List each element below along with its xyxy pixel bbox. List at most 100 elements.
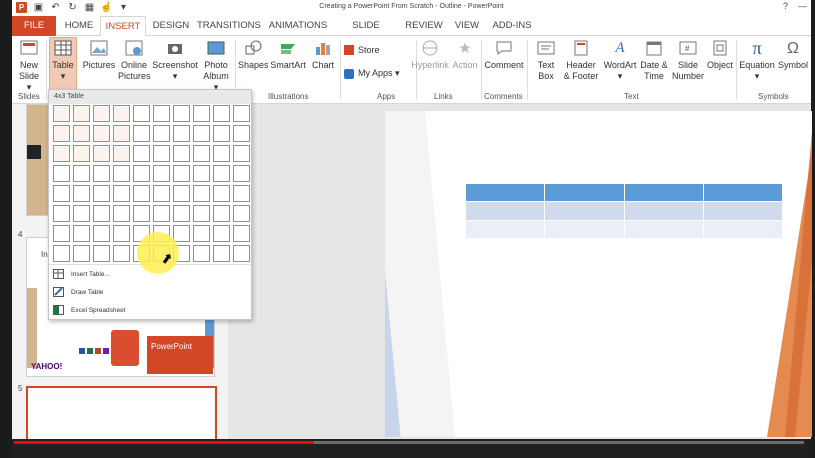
table-grid-cell[interactable] (53, 105, 70, 122)
table-grid-cell[interactable] (213, 145, 230, 162)
screenshot-button[interactable]: Screenshot ▾ (152, 38, 198, 82)
table-grid-cell[interactable] (233, 225, 250, 242)
inserted-table-preview[interactable] (464, 182, 784, 240)
table-grid-cell[interactable] (53, 245, 70, 262)
text-box-button[interactable]: Text Box (532, 38, 560, 82)
table-grid-cell[interactable] (193, 165, 210, 182)
table-grid-cell[interactable] (193, 105, 210, 122)
online-pictures-button[interactable]: Online Pictures (118, 38, 151, 82)
table-grid-cell[interactable] (153, 125, 170, 142)
table-grid-cell[interactable] (213, 205, 230, 222)
table-grid-cell[interactable] (73, 125, 90, 142)
table-grid-cell[interactable] (53, 125, 70, 142)
table-grid-cell[interactable] (213, 125, 230, 142)
table-grid-cell[interactable] (73, 205, 90, 222)
table-grid-cell[interactable] (93, 165, 110, 182)
table-grid-cell[interactable] (153, 185, 170, 202)
table-grid-cell[interactable] (53, 165, 70, 182)
tab-view[interactable]: VIEW (452, 16, 482, 36)
table-grid-cell[interactable] (93, 205, 110, 222)
table-grid-cell[interactable] (73, 145, 90, 162)
table-grid-cell[interactable] (133, 105, 150, 122)
table-grid-cell[interactable] (173, 165, 190, 182)
table-grid-cell[interactable] (193, 145, 210, 162)
table-grid-cell[interactable] (213, 105, 230, 122)
current-slide[interactable] (385, 111, 812, 437)
table-grid-cell[interactable] (113, 205, 130, 222)
table-grid-cell[interactable] (173, 125, 190, 142)
table-grid-cell[interactable] (53, 225, 70, 242)
table-grid-cell[interactable] (93, 105, 110, 122)
table-grid-cell[interactable] (93, 145, 110, 162)
table-grid-cell[interactable] (233, 245, 250, 262)
equation-button[interactable]: π Equation ▾ (737, 38, 777, 82)
object-button[interactable]: Object (706, 38, 734, 71)
tab-slide-show[interactable]: SLIDE SHOW (338, 16, 394, 51)
table-grid-cell[interactable] (153, 165, 170, 182)
table-grid-cell[interactable] (133, 125, 150, 142)
table-grid-cell[interactable] (173, 205, 190, 222)
table-grid-cell[interactable] (153, 105, 170, 122)
table-grid-cell[interactable] (233, 125, 250, 142)
table-grid-cell[interactable] (173, 185, 190, 202)
help-icon[interactable]: ? (783, 1, 788, 11)
table-grid-cell[interactable] (133, 205, 150, 222)
slide-number-button[interactable]: # Slide Number (672, 38, 704, 82)
table-grid-cell[interactable] (93, 225, 110, 242)
table-grid-cell[interactable] (193, 205, 210, 222)
table-grid-cell[interactable] (113, 145, 130, 162)
table-grid-cell[interactable] (213, 185, 230, 202)
table-grid-cell[interactable] (93, 245, 110, 262)
table-grid-cell[interactable] (113, 105, 130, 122)
video-progress-bar[interactable] (14, 441, 804, 444)
table-grid-cell[interactable] (113, 185, 130, 202)
table-grid-cell[interactable] (113, 225, 130, 242)
table-grid-cell[interactable] (93, 125, 110, 142)
tab-insert[interactable]: INSERT (100, 16, 146, 37)
insert-table-menu-item[interactable]: Insert Table... (53, 267, 110, 281)
table-grid-cell[interactable] (193, 185, 210, 202)
photo-album-button[interactable]: Photo Album ▾ (200, 38, 232, 93)
shapes-button[interactable]: Shapes (238, 38, 269, 71)
header-footer-button[interactable]: Header & Footer (562, 38, 600, 82)
comment-button[interactable]: Comment (484, 38, 524, 71)
table-grid-cell[interactable] (193, 225, 210, 242)
table-grid-cell[interactable] (173, 225, 190, 242)
draw-table-menu-item[interactable]: Draw Table (53, 285, 103, 299)
table-grid-cell[interactable] (113, 165, 130, 182)
table-grid-cell[interactable] (113, 125, 130, 142)
table-grid-cell[interactable] (73, 165, 90, 182)
table-grid-cell[interactable] (193, 245, 210, 262)
wordart-button[interactable]: A WordArt ▾ (602, 38, 638, 82)
table-grid-cell[interactable] (133, 145, 150, 162)
table-grid-cell[interactable] (53, 145, 70, 162)
tab-design[interactable]: DESIGN (148, 16, 194, 36)
table-grid-cell[interactable] (113, 245, 130, 262)
store-button[interactable]: Store (344, 45, 380, 55)
table-grid-cell[interactable] (213, 165, 230, 182)
table-grid-cell[interactable] (193, 125, 210, 142)
action-button[interactable]: ★ Action (450, 38, 480, 71)
table-grid-cell[interactable] (233, 105, 250, 122)
table-grid-cell[interactable] (73, 245, 90, 262)
table-grid-cell[interactable] (73, 105, 90, 122)
excel-spreadsheet-menu-item[interactable]: Excel Spreadsheet (53, 303, 126, 317)
new-slide-button[interactable]: New Slide ▾ (16, 38, 42, 93)
table-grid-cell[interactable] (73, 185, 90, 202)
hyperlink-button[interactable]: Hyperlink (410, 38, 450, 71)
date-time-button[interactable]: Date & Time (638, 38, 670, 82)
tab-review[interactable]: REVIEW (404, 16, 444, 36)
table-grid-cell[interactable] (233, 205, 250, 222)
tab-file[interactable]: FILE (12, 16, 56, 36)
minimize-icon[interactable]: — (798, 1, 807, 11)
table-grid-cell[interactable] (233, 185, 250, 202)
table-grid-cell[interactable] (133, 165, 150, 182)
table-button[interactable]: Table ▾ (49, 37, 77, 91)
table-grid-cell[interactable] (173, 105, 190, 122)
slide-5-thumbnail-selected[interactable] (26, 386, 217, 443)
tab-home[interactable]: HOME (58, 16, 100, 36)
table-grid-cell[interactable] (73, 225, 90, 242)
pictures-button[interactable]: Pictures (82, 38, 116, 71)
table-grid-cell[interactable] (233, 145, 250, 162)
table-grid-cell[interactable] (153, 205, 170, 222)
